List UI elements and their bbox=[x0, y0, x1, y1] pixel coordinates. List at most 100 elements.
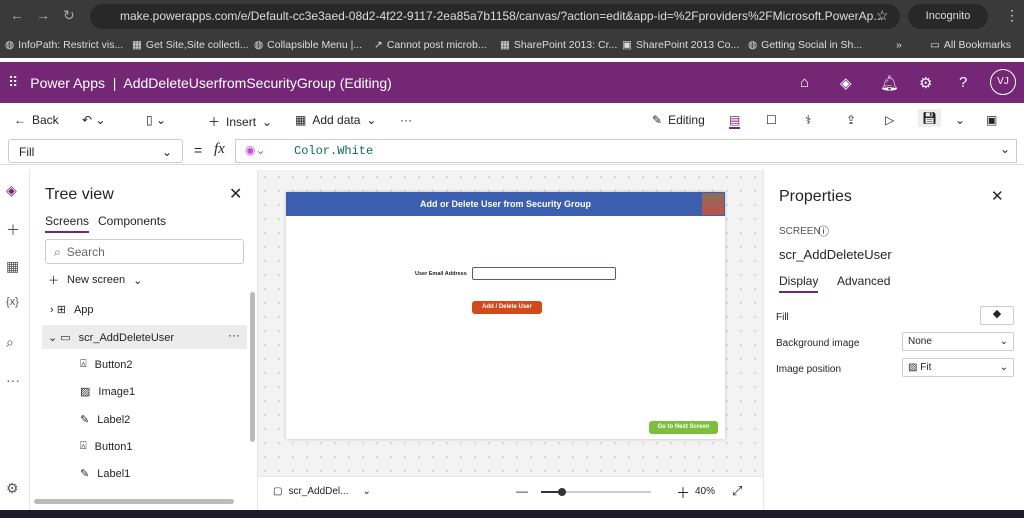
app-screen[interactable]: Add or Delete User from Security Group U… bbox=[286, 192, 725, 439]
comment-icon[interactable]: ☐ bbox=[766, 113, 777, 127]
close-icon[interactable]: ✕ bbox=[229, 184, 242, 204]
menu-icon[interactable]: ⋮ bbox=[1005, 7, 1019, 24]
incognito-badge[interactable]: Incognito bbox=[908, 4, 988, 29]
vertical-scrollbar[interactable] bbox=[250, 292, 255, 442]
tab-screens[interactable]: Screens bbox=[45, 214, 90, 233]
paste-button[interactable]: ▯ ⌄ bbox=[146, 113, 166, 127]
back-arrow-icon[interactable]: ← bbox=[10, 7, 24, 23]
tree-item[interactable]: ✎ Label1 bbox=[80, 467, 130, 481]
app-title: Power Apps | AddDeleteUserfromSecurityGr… bbox=[30, 74, 392, 91]
tab-display[interactable]: Display bbox=[779, 274, 819, 293]
taskbar bbox=[0, 510, 1024, 518]
equals-sign: = bbox=[194, 142, 203, 158]
plus-icon: ＋ bbox=[48, 275, 59, 287]
variables-icon[interactable]: {x} bbox=[6, 296, 19, 308]
zoom-out-button[interactable]: — bbox=[516, 484, 528, 498]
help-icon[interactable]: ? bbox=[959, 74, 967, 91]
more-icon[interactable]: ··· bbox=[6, 372, 20, 388]
gear-icon[interactable]: ⚙ bbox=[919, 74, 932, 92]
bookmark[interactable]: ▦ Get Site,Site collecti... bbox=[132, 39, 249, 51]
background-image-dropdown[interactable]: None ⌄ bbox=[902, 332, 1014, 351]
formula-input[interactable]: Color.White bbox=[235, 139, 1017, 163]
more-button[interactable]: ··· bbox=[400, 113, 412, 127]
more-icon[interactable]: ··· bbox=[228, 328, 240, 342]
waffle-icon[interactable]: ⠿ bbox=[8, 74, 18, 91]
go-to-next-screen-button[interactable]: Go to Next Screen bbox=[649, 421, 718, 434]
undo-button[interactable]: ↶ ⌄ bbox=[82, 113, 105, 127]
add-delete-user-button[interactable]: Add / Delete User bbox=[472, 301, 542, 314]
app-header: ⠿ Power Apps | AddDeleteUserfromSecurity… bbox=[0, 62, 1024, 103]
tree-item-app[interactable]: › ⊞ App bbox=[50, 303, 94, 317]
profile-image[interactable] bbox=[702, 193, 724, 215]
command-bar: ← Back ↶ ⌄ ▯ ⌄ ＋ Insert ⌄ ▦ Add data ⌄ ··· … bbox=[0, 103, 1024, 137]
data-icon[interactable]: ▦ bbox=[6, 258, 19, 275]
save-chevron-icon[interactable]: ⌄ bbox=[955, 113, 965, 127]
copilot-icon[interactable]: ◈ bbox=[840, 74, 852, 92]
editing-button[interactable]: ✎ Editing bbox=[652, 113, 705, 127]
search-icon[interactable]: ⌕ bbox=[6, 334, 14, 351]
copilot-icon[interactable]: ◉⌄ bbox=[245, 143, 266, 157]
settings-icon[interactable]: ⚙ bbox=[6, 480, 19, 497]
insert-icon[interactable]: ＋ bbox=[6, 220, 20, 240]
play-icon[interactable]: ▷ bbox=[885, 113, 894, 127]
zoom-slider-thumb[interactable] bbox=[558, 488, 566, 496]
app-checker-icon[interactable]: ▤ bbox=[729, 113, 741, 129]
bookmark[interactable]: ◍ Getting Social in Sh... bbox=[748, 39, 862, 51]
tree-item[interactable]: ⍓ Button2 bbox=[80, 358, 133, 371]
environment-icon[interactable]: ⌂ bbox=[800, 74, 809, 91]
email-input[interactable] bbox=[472, 267, 616, 280]
help-icon[interactable]: ⓘ bbox=[818, 223, 829, 239]
expand-formula-icon[interactable]: ⌄ bbox=[1000, 142, 1010, 156]
zoom-in-button[interactable]: ＋ bbox=[676, 483, 690, 503]
formula-bar: Fill ⌄ = fx Color.White ◉⌄ ⌄ bbox=[0, 137, 1024, 165]
insert-button[interactable]: ＋ Insert ⌄ bbox=[208, 113, 272, 130]
search-input[interactable]: ⌕ Search bbox=[45, 239, 244, 264]
tree-item[interactable]: ⍓ Button1 bbox=[80, 440, 133, 453]
fx-icon: fx bbox=[214, 141, 225, 157]
canvas-area: Add or Delete User from Security Group U… bbox=[258, 170, 763, 510]
save-icon[interactable]: 💾︎ bbox=[918, 109, 942, 127]
screen-header: Add or Delete User from Security Group bbox=[286, 192, 725, 216]
email-label: User Email Address bbox=[415, 271, 467, 277]
bell-icon[interactable]: 🔔︎ bbox=[880, 74, 899, 92]
bookmark[interactable]: ▦ SharePoint 2013: Cr... bbox=[500, 39, 617, 51]
publish-icon[interactable]: ▣ bbox=[986, 113, 997, 127]
screen-selector[interactable]: ▢ scr_AddDel... ⌄ bbox=[273, 486, 371, 497]
fill-color-picker[interactable]: ◆ bbox=[980, 306, 1014, 325]
bookmark[interactable]: ◍ InfoPath: Restrict vis... bbox=[5, 39, 123, 51]
image-position-value: ▨ Fit bbox=[908, 362, 932, 373]
forward-arrow-icon[interactable]: → bbox=[36, 7, 50, 23]
plus-icon: ＋ bbox=[208, 115, 221, 129]
image-position-dropdown[interactable]: ▨ Fit ⌄ bbox=[902, 358, 1014, 377]
layers-icon[interactable]: ◈ bbox=[6, 182, 17, 199]
avatar[interactable]: VJ bbox=[990, 69, 1016, 95]
stethoscope-icon[interactable]: ⚕ bbox=[805, 113, 812, 127]
close-icon[interactable]: ✕ bbox=[991, 187, 1004, 205]
back-button[interactable]: ← Back bbox=[14, 113, 59, 127]
reload-icon[interactable]: ↻ bbox=[63, 7, 75, 24]
tree-item-screen-label: ⌄ ▭ scr_AddDeleteUser bbox=[48, 331, 175, 345]
bookmark[interactable]: ↗ Cannot post microb... bbox=[374, 39, 487, 51]
all-bookmarks[interactable]: ▭ All Bookmarks bbox=[930, 39, 1011, 51]
tree-item[interactable]: ✎ Label2 bbox=[80, 413, 130, 427]
bookmark[interactable]: ◍ Collapsible Menu |... bbox=[254, 39, 362, 51]
star-icon[interactable]: ☆ bbox=[876, 7, 889, 24]
fit-to-window-icon[interactable]: ⤢ bbox=[732, 483, 742, 499]
bookmark[interactable]: ▣ SharePoint 2013 Co... bbox=[622, 39, 739, 51]
properties-title: Properties bbox=[779, 188, 852, 205]
tab-advanced[interactable]: Advanced bbox=[837, 274, 890, 288]
add-data-button[interactable]: ▦ Add data ⌄ bbox=[295, 113, 376, 127]
tree-item[interactable]: ▨ Image1 bbox=[80, 385, 135, 399]
zoom-level: 40% bbox=[695, 486, 716, 497]
share-icon[interactable]: ⇪ bbox=[846, 113, 856, 127]
horizontal-scrollbar[interactable] bbox=[34, 499, 234, 504]
image-position-label: Image position bbox=[776, 364, 842, 375]
property-dropdown[interactable]: Fill ⌄ bbox=[8, 139, 183, 163]
back-icon: ← bbox=[14, 113, 26, 127]
zoom-slider[interactable] bbox=[541, 488, 651, 496]
bookmarks-more[interactable]: » bbox=[896, 39, 902, 51]
new-screen-button[interactable]: ＋ New screen ⌄ bbox=[48, 272, 142, 288]
address-bar[interactable]: make.powerapps.com/e/Default-cc3e3aed-08… bbox=[90, 4, 900, 29]
control-name: scr_AddDeleteUser bbox=[779, 247, 892, 262]
tab-components[interactable]: Components bbox=[98, 214, 166, 228]
